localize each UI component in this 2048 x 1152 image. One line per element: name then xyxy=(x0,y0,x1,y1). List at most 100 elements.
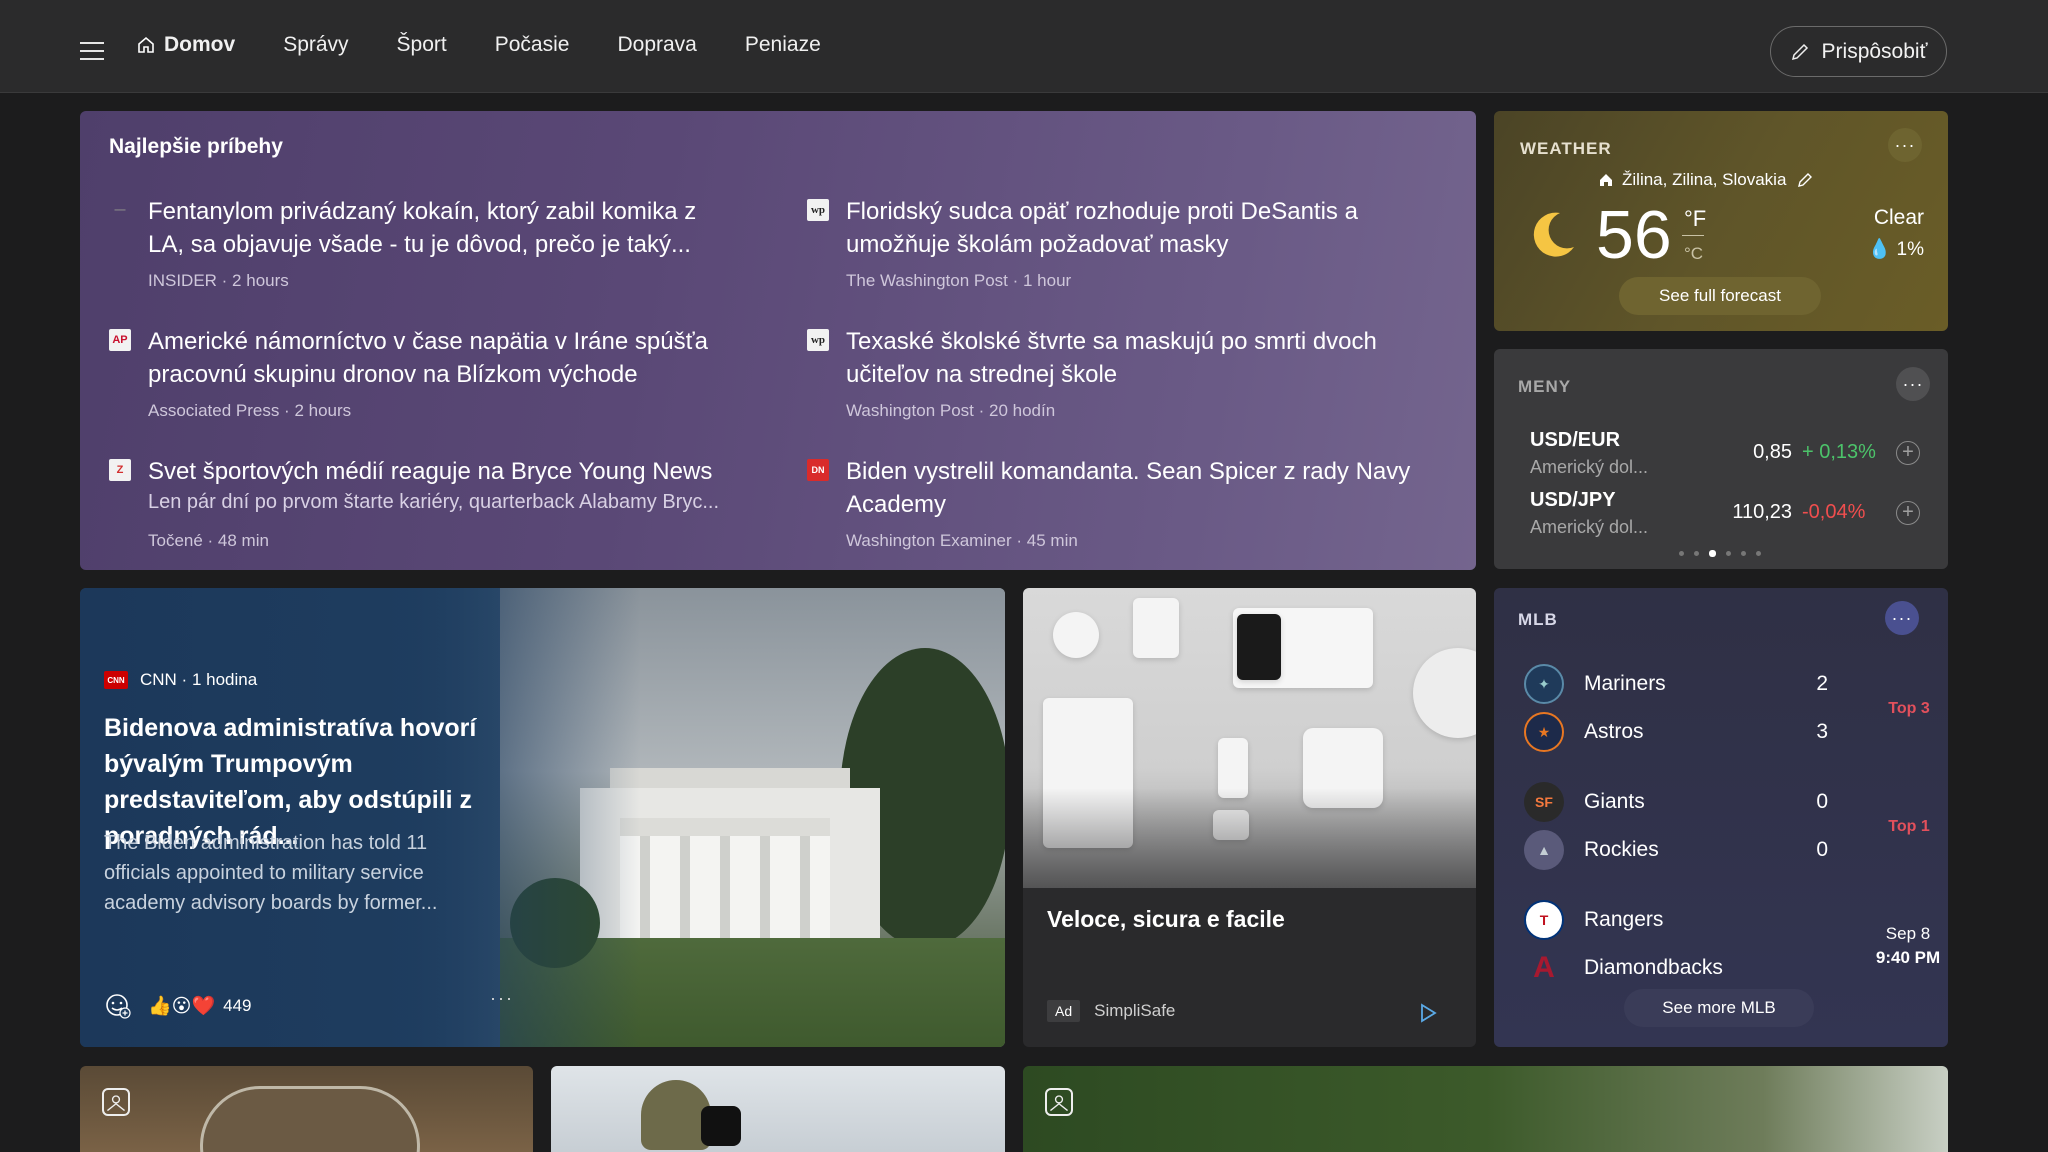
story-headline[interactable]: Fentanylom privádzaný kokaín, ktorý zabi… xyxy=(148,195,738,261)
story-card-partial[interactable] xyxy=(80,1066,533,1152)
unit-fahrenheit-toggle[interactable]: °F xyxy=(1684,206,1706,232)
insider-logo-icon: — xyxy=(114,204,126,216)
add-currency-icon[interactable]: + xyxy=(1896,501,1920,525)
currency-pair: USD/JPY xyxy=(1530,489,1616,511)
device-shape xyxy=(1133,598,1179,658)
washington-post-logo-icon: wp xyxy=(807,199,829,221)
ad-badge: Ad xyxy=(1047,1000,1081,1022)
story-card-partial[interactable] xyxy=(1023,1066,1948,1152)
gallery-icon xyxy=(102,1088,130,1116)
cnn-logo-icon: CNN xyxy=(104,671,128,689)
story-card-partial[interactable] xyxy=(551,1066,1005,1152)
add-reaction-icon[interactable] xyxy=(104,992,132,1020)
giants-logo-icon: SF xyxy=(1524,782,1564,822)
customize-label: Prispôsobiť xyxy=(1821,39,1928,63)
tab-money[interactable]: Peniaze xyxy=(745,33,821,57)
team-name: Astros xyxy=(1584,720,1644,743)
house-column xyxy=(760,836,770,948)
currency-pager[interactable] xyxy=(1679,550,1771,557)
tab-news[interactable]: Správy xyxy=(283,33,348,57)
pager-dot[interactable] xyxy=(1679,551,1684,556)
add-currency-icon[interactable]: + xyxy=(1896,441,1920,465)
story-headline[interactable]: Floridský sudca opäť rozhoduje proti DeS… xyxy=(846,195,1436,261)
weather-card[interactable]: WEATHER ··· Žilina, Zilina, Slovakia 56 … xyxy=(1494,111,1948,331)
team-name: Mariners xyxy=(1584,672,1666,695)
device-shape xyxy=(1053,612,1099,658)
pager-dot[interactable] xyxy=(1756,551,1761,556)
ad-headline[interactable]: Veloce, sicura e facile xyxy=(1047,906,1285,933)
story-snippet: Len pár dní po prvom štarte kariéry, qua… xyxy=(148,491,719,513)
top-stories-card: Najlepšie príbehy — Fentanylom privádzan… xyxy=(80,111,1476,570)
currency-row[interactable]: USD/EUR Americký dol... 0,85 + 0,13% + xyxy=(1530,429,1930,489)
team-row[interactable]: ▲ Rockies xyxy=(1524,830,1659,870)
tab-sport[interactable]: Šport xyxy=(397,33,447,57)
game-time: 9:40 PM xyxy=(1875,948,1941,967)
pager-dot[interactable] xyxy=(1726,551,1731,556)
team-row[interactable]: SF Giants xyxy=(1524,782,1645,822)
hero-more-button[interactable]: ··· xyxy=(490,988,514,1009)
weather-location[interactable]: Žilina, Zilina, Slovakia xyxy=(1598,170,1822,190)
ad-card[interactable]: Veloce, sicura e facile Ad SimpliSafe xyxy=(1023,588,1476,1047)
full-forecast-button[interactable]: See full forecast xyxy=(1619,277,1821,315)
pager-dot-active[interactable] xyxy=(1709,550,1716,557)
z-logo-icon: Z xyxy=(109,459,131,481)
hero-description: The Biden administration has told 11 off… xyxy=(104,832,438,914)
mask-shape xyxy=(701,1106,741,1146)
bowl-shape xyxy=(200,1086,420,1152)
mlb-more-button[interactable]: ··· xyxy=(1885,601,1919,635)
game-status: Top 1 xyxy=(1888,818,1930,835)
house-column xyxy=(800,836,810,948)
precip-value: 1% xyxy=(1896,239,1924,260)
currency-name: Americký dol... xyxy=(1530,517,1649,537)
currency-more-button[interactable]: ··· xyxy=(1896,367,1930,401)
team-row[interactable]: ✦ Mariners xyxy=(1524,664,1666,704)
pager-dot[interactable] xyxy=(1741,551,1746,556)
hero-source: CNN CNN · 1 hodina xyxy=(104,670,257,690)
rangers-logo-icon: T xyxy=(1524,900,1564,940)
ad-choices-icon[interactable] xyxy=(1417,1002,1439,1024)
currency-change: -0,04% xyxy=(1802,501,1866,523)
currency-row[interactable]: USD/JPY Americký dol... 110,23 -0,04% + xyxy=(1530,489,1930,549)
unit-celsius-toggle[interactable]: °C xyxy=(1684,244,1703,264)
tab-traffic[interactable]: Doprava xyxy=(617,33,696,57)
keypad-screen-shape xyxy=(1237,614,1281,680)
tab-home[interactable]: Domov xyxy=(136,33,235,57)
edit-location-icon[interactable] xyxy=(1796,171,1814,189)
top-nav-bar: Domov Správy Šport Počasie Doprava Penia… xyxy=(0,0,2048,93)
ad-advertiser: SimpliSafe xyxy=(1094,1001,1176,1020)
gallery-icon xyxy=(1045,1088,1073,1116)
house-column xyxy=(680,836,690,948)
weather-condition: Clear xyxy=(1873,206,1924,229)
story-headline[interactable]: Biden vystrelil komandanta. Sean Spicer … xyxy=(846,455,1436,521)
mariners-logo-icon: ✦ xyxy=(1524,664,1564,704)
team-name: Giants xyxy=(1584,790,1645,813)
house-column xyxy=(640,836,650,948)
ad-footer: Ad SimpliSafe xyxy=(1047,1000,1175,1022)
top-stories-title: Najlepšie príbehy xyxy=(109,135,283,158)
team-row[interactable]: A Diamondbacks xyxy=(1524,948,1723,988)
reaction-emojis-icon[interactable]: 👍😮❤️ xyxy=(148,994,215,1018)
pencil-icon xyxy=(1791,43,1808,60)
moon-icon xyxy=(1533,212,1574,257)
weather-more-button[interactable]: ··· xyxy=(1888,128,1922,162)
hero-story-card[interactable]: CNN CNN · 1 hodina Bidenova administratí… xyxy=(80,588,1005,1047)
story-headline[interactable]: Americké námorníctvo v čase napätia v Ir… xyxy=(148,325,738,391)
washington-post-logo-icon: wp xyxy=(807,329,829,351)
menu-icon[interactable] xyxy=(80,42,104,60)
weather-temperature: 56 xyxy=(1596,197,1672,273)
team-score: 0 xyxy=(1816,790,1828,813)
story-headline[interactable]: Svet športových médií reaguje na Bryce Y… xyxy=(148,455,738,488)
pager-dot[interactable] xyxy=(1694,551,1699,556)
tab-weather[interactable]: Počasie xyxy=(495,33,570,57)
hero-reactions: 👍😮❤️ 449 xyxy=(104,992,252,1020)
house-column xyxy=(720,836,730,948)
see-more-mlb-button[interactable]: See more MLB xyxy=(1624,989,1814,1027)
story-headline[interactable]: Texaské školské štvrte sa maskujú po smr… xyxy=(846,325,1436,391)
ap-logo-icon: AP xyxy=(109,329,131,351)
customize-button[interactable]: Prispôsobiť xyxy=(1770,26,1947,77)
team-row[interactable]: T Rangers xyxy=(1524,900,1663,940)
astros-logo-icon: ★ xyxy=(1524,712,1564,752)
story-meta: Associated Press · 2 hours xyxy=(148,401,352,420)
raindrop-icon: 💧 xyxy=(1867,239,1892,260)
team-row[interactable]: ★ Astros xyxy=(1524,712,1644,752)
